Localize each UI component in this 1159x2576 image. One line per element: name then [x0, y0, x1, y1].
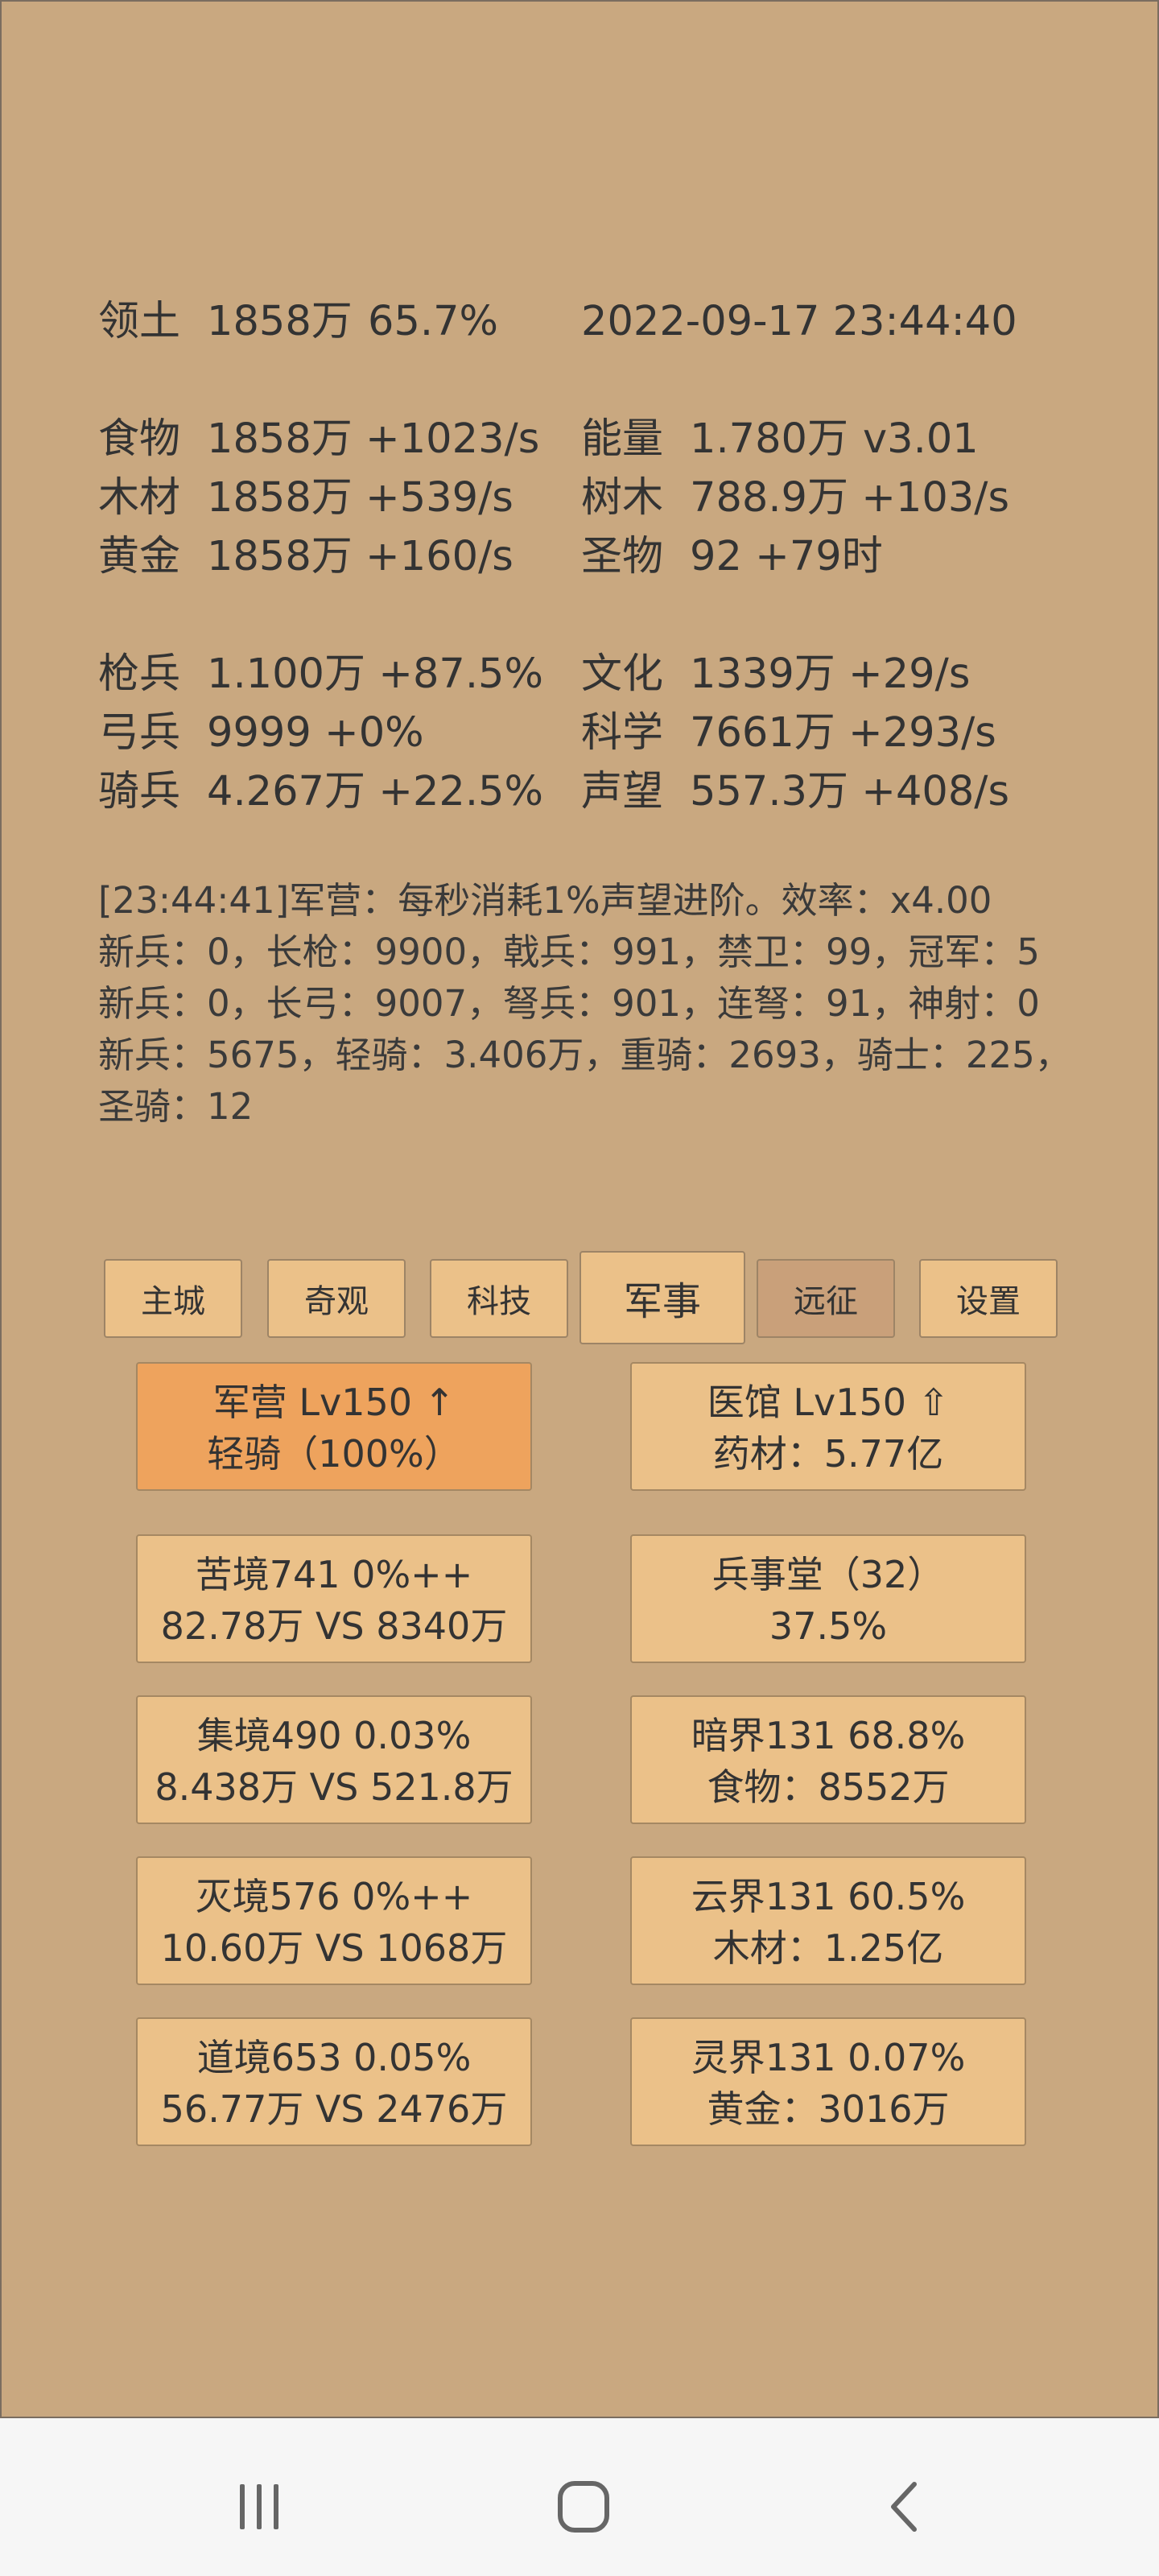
territory-percent: 65.7%: [368, 298, 499, 345]
card-detail: 轻骑（100%）: [207, 1432, 461, 1476]
tree-value: 788.9万 +103/s: [690, 474, 1010, 522]
tab-wonders[interactable]: 奇观: [267, 1259, 406, 1338]
dao-realm-card[interactable]: 道境653 0.05% 56.77万 VS 2476万: [136, 2017, 532, 2146]
card-detail: 药材：5.77亿: [712, 1432, 944, 1476]
card-title: 灭境576 0%++: [195, 1875, 473, 1918]
card-title: 苦境741 0%++: [195, 1553, 473, 1596]
territory-label: 领土: [98, 298, 181, 345]
home-icon[interactable]: [543, 2467, 624, 2547]
gold-value: 1858万 +160/s: [207, 533, 514, 580]
culture-value: 1339万 +29/s: [690, 650, 971, 698]
card-title: 道境653 0.05%: [196, 2036, 472, 2079]
card-detail: 56.77万 VS 2476万: [160, 2087, 508, 2131]
bitter-realm-card[interactable]: 苦境741 0%++ 82.78万 VS 8340万: [136, 1534, 532, 1663]
relic-value: 92 +79时: [690, 533, 883, 580]
tab-tech[interactable]: 科技: [430, 1259, 568, 1338]
card-detail: 82.78万 VS 8340万: [160, 1604, 508, 1648]
extinction-realm-card[interactable]: 灭境576 0%++ 10.60万 VS 1068万: [136, 1856, 532, 1985]
tab-main-city[interactable]: 主城: [104, 1259, 242, 1338]
log-line: 新兵：0，长弓：9007，弩兵：901，连弩：91，神射：0: [98, 982, 1040, 1025]
cloud-realm-card[interactable]: 云界131 60.5% 木材：1.25亿: [630, 1856, 1026, 1985]
card-detail: 木材：1.25亿: [712, 1926, 944, 1970]
gather-realm-card[interactable]: 集境490 0.03% 8.438万 VS 521.8万: [136, 1695, 532, 1824]
science-value: 7661万 +293/s: [690, 709, 996, 757]
card-title: 集境490 0.03%: [196, 1714, 472, 1757]
card-title: 医馆 Lv150 ⇧: [707, 1381, 950, 1424]
card-title: 兵事堂（32）: [711, 1553, 945, 1596]
log-line: 新兵：5675，轻骑：3.406万，重骑：2693，骑士：225，: [98, 1034, 1071, 1076]
cavalry-value: 4.267万 +22.5%: [207, 768, 543, 815]
energy-value: 1.780万: [690, 415, 849, 463]
version-label: v3.01: [863, 415, 979, 463]
wood-label: 木材: [98, 474, 181, 522]
energy-label: 能量: [581, 415, 664, 463]
card-title: 军营 Lv150 ↑: [212, 1381, 456, 1424]
recent-apps-icon[interactable]: [219, 2467, 299, 2547]
back-icon[interactable]: [866, 2467, 947, 2547]
card-detail: 黄金：3016万: [707, 2087, 950, 2131]
card-detail: 8.438万 VS 521.8万: [155, 1765, 514, 1809]
relic-label: 圣物: [581, 533, 664, 580]
spear-value: 1.100万 +87.5%: [207, 650, 543, 698]
navigation-bar: [0, 2418, 1159, 2576]
card-title: 云界131 60.5%: [691, 1875, 966, 1918]
card-detail: 食物：8552万: [707, 1765, 950, 1809]
card-detail: 37.5%: [769, 1604, 888, 1648]
event-log: [23:44:41]军营：每秒消耗1%声望进阶。效率：x4.00 新兵：0，长枪…: [98, 875, 1071, 1133]
game-panel: 领土 1858万 65.7% 2022-09-17 23:44:40 食物 18…: [0, 0, 1159, 2418]
tab-military[interactable]: 军事: [580, 1251, 745, 1344]
log-line: 新兵：0，长枪：9900，戟兵：991，禁卫：99，冠军：5: [98, 931, 1040, 973]
tab-settings[interactable]: 设置: [919, 1259, 1058, 1338]
barracks-card[interactable]: 军营 Lv150 ↑ 轻骑（100%）: [136, 1362, 532, 1491]
tab-expedition[interactable]: 远征: [757, 1259, 895, 1338]
culture-label: 文化: [581, 650, 664, 698]
card-detail: 10.60万 VS 1068万: [160, 1926, 508, 1970]
science-label: 科学: [581, 709, 664, 757]
card-title: 灵界131 0.07%: [691, 2036, 966, 2079]
cavalry-label: 骑兵: [98, 768, 181, 815]
dark-realm-card[interactable]: 暗界131 68.8% 食物：8552万: [630, 1695, 1026, 1824]
spirit-realm-card[interactable]: 灵界131 0.07% 黄金：3016万: [630, 2017, 1026, 2146]
prestige-value: 557.3万 +408/s: [690, 768, 1010, 815]
military-hall-card[interactable]: 兵事堂（32） 37.5%: [630, 1534, 1026, 1663]
spear-label: 枪兵: [98, 650, 181, 698]
card-title: 暗界131 68.8%: [691, 1714, 966, 1757]
food-label: 食物: [98, 415, 181, 463]
food-value: 1858万 +1023/s: [207, 415, 540, 463]
territory-value: 1858万: [207, 298, 353, 345]
datetime: 2022-09-17 23:44:40: [581, 298, 1017, 345]
archer-value: 9999 +0%: [207, 709, 424, 757]
prestige-label: 声望: [581, 768, 664, 815]
tree-label: 树木: [581, 474, 664, 522]
log-line: 圣骑：12: [98, 1085, 254, 1128]
archer-label: 弓兵: [98, 709, 181, 757]
log-line: [23:44:41]军营：每秒消耗1%声望进阶。效率：x4.00: [98, 879, 992, 922]
wood-value: 1858万 +539/s: [207, 474, 514, 522]
hospital-card[interactable]: 医馆 Lv150 ⇧ 药材：5.77亿: [630, 1362, 1026, 1491]
gold-label: 黄金: [98, 533, 181, 580]
